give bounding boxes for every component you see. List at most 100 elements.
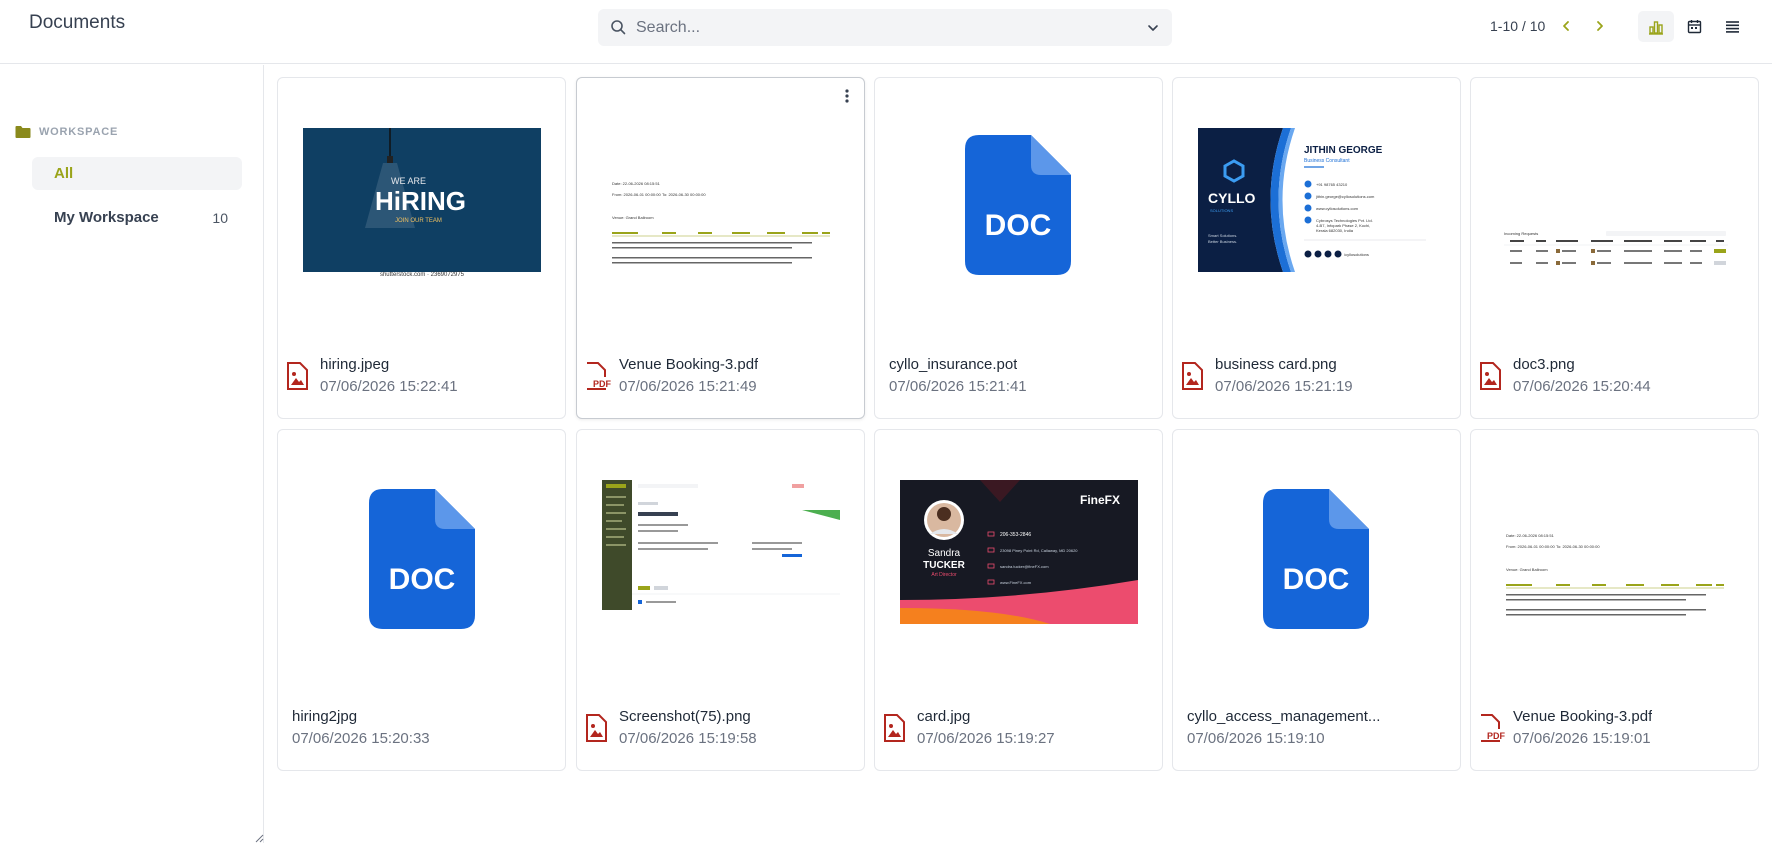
document-card[interactable]: DOC cyllo_insurance.pot 07/06/2026 15:21… <box>874 77 1163 419</box>
document-card[interactable]: DOC cyllo_access_management... 07/06/202… <box>1172 429 1461 771</box>
document-date: 07/06/2026 15:20:33 <box>292 730 430 747</box>
calendar-view-button[interactable] <box>1676 11 1712 42</box>
pdf-to-text: To: 2026-06-30 00:00:00 <box>662 192 706 197</box>
chevron-down-icon[interactable] <box>1146 21 1160 35</box>
bc-email: jithin.george@cyllosolutions.com <box>1315 194 1375 199</box>
document-date: 07/06/2026 15:22:41 <box>320 378 458 395</box>
svg-text:PDF: PDF <box>1487 731 1505 741</box>
document-card[interactable]: Screenshot(75).png 07/06/2026 15:19:58 <box>576 429 865 771</box>
pdf-venue-text: Venue: Grand Ballroom <box>1506 567 1548 572</box>
document-date: 07/06/2026 15:21:19 <box>1215 378 1353 395</box>
prev-page-button[interactable] <box>1556 16 1576 36</box>
document-name: card.jpg <box>917 708 971 725</box>
pdf-date-text: Date: 22-06-2026 08:15:51 <box>612 181 661 186</box>
pdf-from-text: From: 2026-06-01 00:00:00 <box>612 192 661 197</box>
pdf-venue-text: Venue: Grand Ballroom <box>612 215 654 220</box>
bc-name-text: JITHIN GEORGE <box>1304 145 1383 156</box>
image-file-icon <box>287 362 308 390</box>
more-options-icon[interactable] <box>844 88 850 104</box>
document-card[interactable]: Incoming Requests doc3.png 07/06/2026 15… <box>1470 77 1759 419</box>
list-view-button[interactable] <box>1714 11 1750 42</box>
ff-first: Sandra <box>928 548 961 559</box>
document-card[interactable]: Date: 22-06-2026 08:15:51 From: 2026-06-… <box>1470 429 1759 771</box>
document-name: Venue Booking-3.pdf <box>1513 708 1653 725</box>
sidebar: WORKSPACE All My Workspace 10 <box>0 65 264 843</box>
sidebar-item-all[interactable]: All <box>32 157 242 190</box>
pdf-table-thumbnail: Date: 22-06-2026 08:15:51 From: 2026-06-… <box>1496 480 1734 624</box>
doc-label: DOC <box>389 563 456 596</box>
ff-role: Art Director <box>931 572 957 578</box>
hiring-credit: shutterstock.com · 2369072975 <box>303 272 541 284</box>
next-page-button[interactable] <box>1590 16 1610 36</box>
bc-tagline-2: Better Business. <box>1208 239 1237 244</box>
doc-file-icon: DOC <box>965 135 1071 275</box>
folder-icon <box>15 126 31 138</box>
resize-handle-icon[interactable] <box>254 833 264 843</box>
document-card[interactable]: CYLLO SOLUTIONS Smart Solutions. Better … <box>1172 77 1461 419</box>
document-date: 07/06/2026 15:19:10 <box>1187 730 1325 747</box>
doc-file-icon: DOC <box>1263 489 1369 629</box>
bc-brand-text: CYLLO <box>1208 190 1256 206</box>
search-icon <box>611 20 626 35</box>
doc-label: DOC <box>1283 563 1350 596</box>
calendar-icon <box>1687 20 1701 34</box>
ff-addr: 23098 Piney Point Rd, Callaway, MD 20620 <box>1000 548 1078 553</box>
hiring-we-are-text: WE ARE <box>391 176 426 186</box>
workspace-section-label: WORKSPACE <box>39 126 119 138</box>
page-title: Documents <box>29 12 126 33</box>
doc-label: DOC <box>985 209 1052 242</box>
pdf-from-text: From: 2026-06-01 00:00:00 <box>1506 544 1555 549</box>
document-card[interactable]: WE ARE HiRING JOIN OUR TEAM shutterstock… <box>277 77 566 419</box>
document-card[interactable]: Sandra TUCKER Art Director FineFX 206-35… <box>874 429 1163 771</box>
document-name: Venue Booking-3.pdf <box>619 356 759 373</box>
document-name: business card.png <box>1215 356 1337 373</box>
chevron-right-icon <box>1597 21 1603 31</box>
pdf-to-text: To: 2026-06-30 00:00:00 <box>1556 544 1600 549</box>
bar-chart-icon <box>1649 20 1663 35</box>
sidebar-item-my-workspace[interactable]: My Workspace 10 <box>32 201 242 234</box>
ff-last: TUCKER <box>923 560 965 571</box>
document-name: hiring.jpeg <box>320 356 390 373</box>
document-name: doc3.png <box>1513 356 1575 373</box>
ff-email: sandra.tucker@fineFX.com <box>1000 564 1049 569</box>
doc3-title: Incoming Requests <box>1504 231 1538 236</box>
bc-role-text: Business Consultant <box>1304 158 1350 164</box>
business-card-thumbnail: CYLLO SOLUTIONS Smart Solutions. Better … <box>1198 128 1436 272</box>
bc-web: www.cyllosolutions.com <box>1316 206 1359 211</box>
document-name: Screenshot(75).png <box>619 708 751 725</box>
bc-addr-3: Kerala 682030, India <box>1316 228 1354 233</box>
hiring-sub-text: JOIN OUR TEAM <box>395 218 442 224</box>
document-card[interactable]: DOC hiring2jpg 07/06/2026 15:20:33 <box>277 429 566 771</box>
kanban-view-button[interactable] <box>1638 11 1674 42</box>
document-date: 07/06/2026 15:19:27 <box>917 730 1055 747</box>
pdf-file-icon: PDF <box>1481 714 1505 742</box>
hiring-thumbnail: WE ARE HiRING JOIN OUR TEAM <box>303 128 541 272</box>
document-name: cyllo_access_management... <box>1187 708 1381 725</box>
pdf-table-thumbnail: Date: 22-06-2026 08:15:51 From: 2026-06-… <box>602 128 840 272</box>
ff-brand: FineFX <box>1080 493 1120 507</box>
search-input[interactable] <box>636 9 1116 46</box>
workspace-header: WORKSPACE <box>15 125 118 139</box>
document-card[interactable]: Date: 22-06-2026 08:15:51 From: 2026-06-… <box>576 77 865 419</box>
document-name: cyllo_insurance.pot <box>889 356 1018 373</box>
document-date: 07/06/2026 15:19:01 <box>1513 730 1651 747</box>
ff-phone: 206-353-2846 <box>1000 532 1031 538</box>
table-screenshot-thumbnail: Incoming Requests <box>1496 128 1734 272</box>
image-file-icon <box>884 714 905 742</box>
document-name: hiring2jpg <box>292 708 358 725</box>
sidebar-item-label: My Workspace <box>54 209 159 226</box>
sidebar-item-label: All <box>54 165 74 182</box>
bc-tagline-1: Smart Solutions. <box>1208 233 1237 238</box>
hiring-big-text: HiRING <box>375 186 466 216</box>
doc-file-icon: DOC <box>369 489 475 629</box>
app-screenshot-thumbnail <box>602 480 840 624</box>
image-file-icon <box>1182 362 1203 390</box>
search-bar[interactable] <box>598 9 1172 46</box>
image-file-icon <box>1480 362 1501 390</box>
bc-social: /cyllosolutions <box>1344 252 1369 257</box>
bc-brand-sub: SOLUTIONS <box>1210 208 1233 213</box>
chevron-left-icon <box>1563 21 1569 31</box>
pdf-file-icon: PDF <box>587 362 611 390</box>
image-file-icon <box>586 714 607 742</box>
pdf-date-text: Date: 22-06-2026 08:15:51 <box>1506 533 1555 538</box>
